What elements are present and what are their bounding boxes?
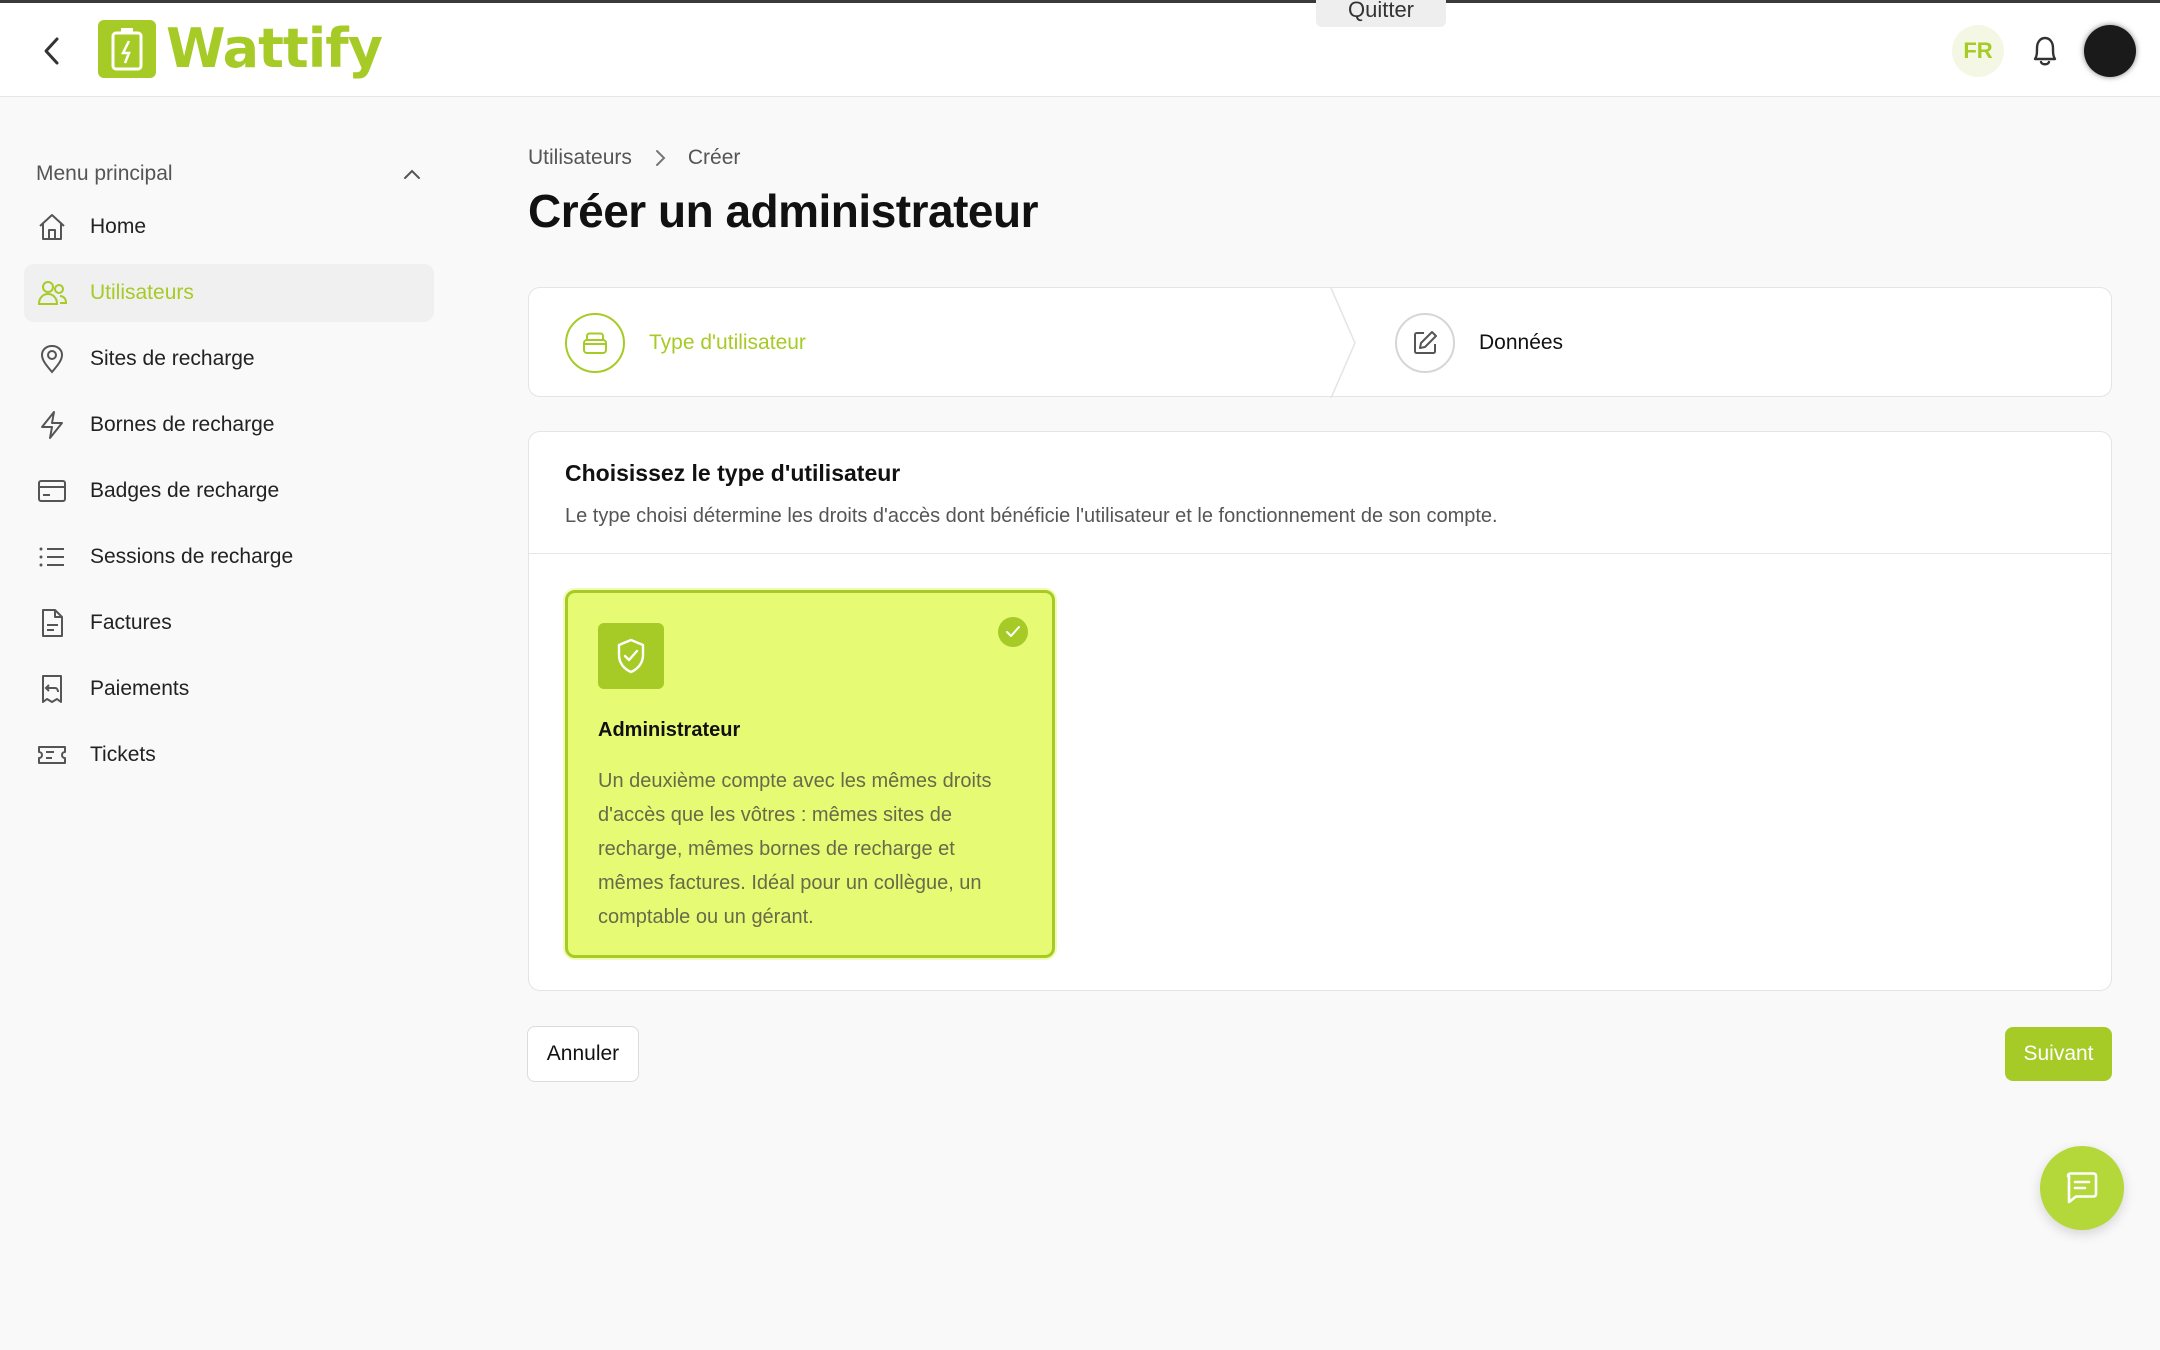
option-title: Administrateur [598, 719, 741, 741]
sidebar-item-bornes[interactable]: Bornes de recharge [24, 396, 434, 454]
sidebar: Menu principal Home Utilisateurs Sites d… [24, 150, 434, 792]
sidebar-item-label: Paiements [90, 677, 190, 700]
chevron-right-icon [655, 150, 666, 166]
sidebar-item-utilisateurs[interactable]: Utilisateurs [24, 264, 434, 322]
sidebar-item-label: Badges de recharge [90, 479, 280, 502]
language-switcher[interactable]: FR [1952, 25, 2004, 77]
sidebar-item-factures[interactable]: Factures [24, 594, 434, 652]
breadcrumb-parent-link[interactable]: Utilisateurs [528, 146, 632, 170]
breadcrumb-current: Créer [687, 146, 741, 169]
brand-name: Wattify [166, 17, 383, 80]
document-icon [36, 607, 68, 639]
step-data[interactable]: Données [1395, 288, 1563, 398]
page-title: Créer un administrateur [528, 185, 1038, 237]
sidebar-item-sites[interactable]: Sites de recharge [24, 330, 434, 388]
top-header: Wattify Quitter FR [0, 0, 2160, 97]
step-circle [565, 313, 625, 373]
step-label: Données [1479, 331, 1564, 354]
users-icon [36, 277, 68, 309]
ticket-icon [36, 739, 68, 771]
receipt-icon [36, 673, 68, 705]
sidebar-item-label: Bornes de recharge [90, 413, 275, 436]
battery-logo-icon [98, 19, 156, 78]
list-icon [36, 541, 68, 573]
step-user-type[interactable]: Type d'utilisateur [565, 288, 806, 398]
stepper: Type d'utilisateur Données [528, 287, 2112, 398]
sidebar-item-label: Sites de recharge [90, 347, 255, 370]
sidebar-item-label: Tickets [90, 743, 156, 766]
user-avatar[interactable] [2084, 25, 2136, 77]
chevron-up-icon [404, 169, 420, 179]
menu-header[interactable]: Menu principal [24, 150, 434, 198]
box-icon [583, 332, 607, 354]
home-icon [36, 211, 68, 243]
step-divider [1330, 288, 1356, 398]
shield-check-icon [598, 623, 664, 689]
sidebar-item-badges[interactable]: Badges de recharge [24, 462, 434, 520]
back-button[interactable] [34, 33, 70, 69]
chat-button[interactable] [2040, 1146, 2124, 1230]
sidebar-item-tickets[interactable]: Tickets [24, 726, 434, 784]
step-label: Type d'utilisateur [649, 331, 806, 354]
selected-check-icon [998, 617, 1028, 647]
map-pin-icon [36, 343, 68, 375]
option-description: Un deuxième compte avec les mêmes droits… [598, 770, 992, 928]
chevron-left-icon [44, 37, 59, 65]
brand-logo[interactable]: Wattify [98, 17, 383, 80]
sidebar-item-home[interactable]: Home [24, 198, 434, 256]
cancel-button[interactable]: Annuler [527, 1026, 639, 1082]
step-circle [1395, 313, 1455, 373]
card-icon [36, 475, 68, 507]
card-subtitle: Le type choisi détermine les droits d'ac… [565, 505, 1498, 527]
edit-icon [1414, 331, 1437, 354]
bolt-icon [36, 409, 68, 441]
sidebar-item-label: Sessions de recharge [90, 545, 294, 568]
notifications-button[interactable] [2028, 31, 2062, 71]
user-type-card: Choisissez le type d'utilisateur Le type… [528, 431, 2112, 991]
sidebar-item-label: Home [90, 215, 147, 238]
sidebar-item-label: Utilisateurs [90, 281, 194, 304]
bell-icon [2033, 36, 2057, 66]
card-header: Choisissez le type d'utilisateur Le type… [529, 432, 2111, 554]
breadcrumb: Utilisateurs Créer [528, 146, 740, 170]
sidebar-item-paiements[interactable]: Paiements [24, 660, 434, 718]
quit-button[interactable]: Quitter [1316, 0, 1446, 27]
menu-title: Menu principal [36, 162, 173, 185]
next-button[interactable]: Suivant [2005, 1027, 2112, 1081]
card-title: Choisissez le type d'utilisateur [565, 460, 901, 486]
user-type-option-admin[interactable]: Administrateur Un deuxième compte avec l… [565, 590, 1055, 958]
sidebar-item-sessions[interactable]: Sessions de recharge [24, 528, 434, 586]
sidebar-item-label: Factures [90, 611, 172, 634]
chat-icon [2066, 1172, 2098, 1204]
